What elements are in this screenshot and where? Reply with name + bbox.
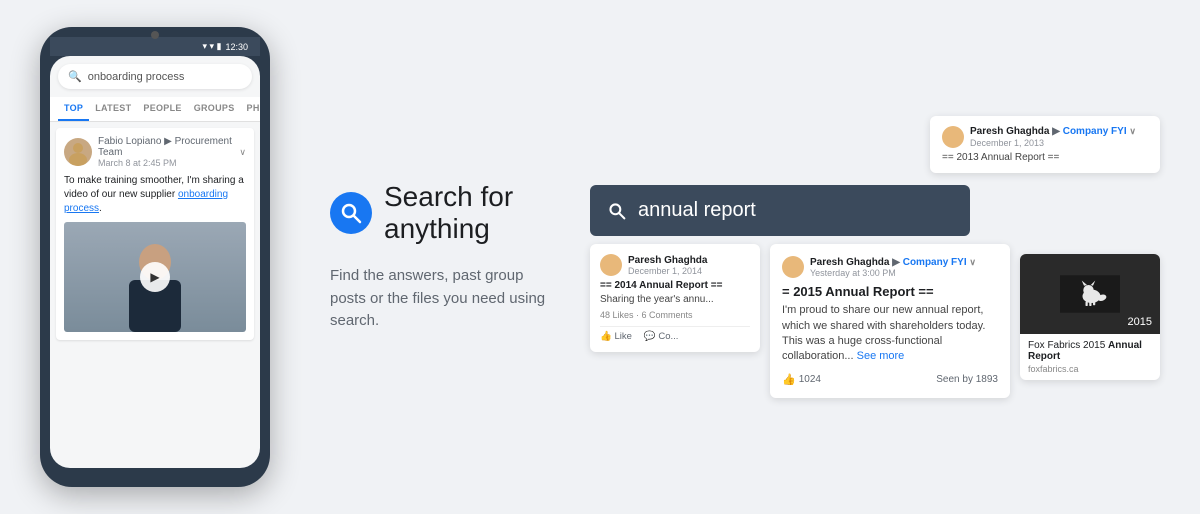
phone-post-chevron: ∨ <box>239 147 246 158</box>
small-result-text: Sharing the year's annu... <box>600 293 750 307</box>
phone-search-icon: 🔍 <box>68 70 82 83</box>
small-result-name: Paresh Ghaghdа <box>628 255 707 266</box>
phone-status-bar: ▾ ▾ ▮ 12:30 <box>50 37 260 56</box>
large-result-meta: Paresh Ghaghdа ▶ Company FYI ∨ Yesterday… <box>810 257 998 278</box>
phone-tab-more[interactable]: PH <box>241 97 260 121</box>
phone-tab-groups[interactable]: GROUPS <box>188 97 241 121</box>
phone-tabs: TOP LATEST PEOPLE GROUPS PH <box>50 97 260 122</box>
search-demo-area: Paresh Ghaghdа ▶ Company FYI ∨ December … <box>590 116 1160 398</box>
mini-post-header: Paresh Ghaghdа ▶ Company FYI ∨ December … <box>942 126 1148 148</box>
large-result-avatar <box>782 256 804 278</box>
file-info: Fox Fabrics 2015 Annual Report foxfabric… <box>1020 334 1160 380</box>
feature-title-row: Search for anything <box>330 181 560 245</box>
small-result-header: Paresh Ghaghdа December 1, 2014 <box>600 254 750 276</box>
phone-post-meta: Fabio Lopiano ▶ Procurement Team March 8… <box>98 136 233 168</box>
large-result-stats: 👍 1024 Seen by 1893 <box>782 373 998 386</box>
feature-title: Search for anything <box>384 181 560 245</box>
result-card-small: Paresh Ghaghdа December 1, 2014 == 2014 … <box>590 244 760 352</box>
like-action[interactable]: 👍 Like <box>600 331 632 342</box>
large-result-name: Paresh Ghaghdа ▶ Company FYI ∨ <box>810 257 998 268</box>
phone-post-header: Fabio Lopiano ▶ Procurement Team March 8… <box>64 136 246 168</box>
phone-mockup: ▾ ▾ ▮ 12:30 🔍 onboarding process TOP LAT… <box>40 27 270 487</box>
file-thumbnail: 2015 <box>1020 254 1160 334</box>
feature-section: Search for anything Find the answers, pa… <box>330 181 560 333</box>
mini-post-time: December 1, 2013 <box>970 138 1136 148</box>
phone-post-card: Fabio Lopiano ▶ Procurement Team March 8… <box>56 128 254 340</box>
mini-post-meta: Paresh Ghaghdа ▶ Company FYI ∨ December … <box>970 126 1136 148</box>
small-result-avatar <box>600 254 622 276</box>
phone-post-name: Fabio Lopiano ▶ Procurement Team <box>98 136 233 158</box>
search-box-large[interactable]: annual report <box>590 185 970 236</box>
large-result-post-title: = 2015 Annual Report == <box>782 284 998 299</box>
seen-by: Seen by 1893 <box>936 374 998 385</box>
search-query-text: annual report <box>638 199 756 222</box>
result-card-large: Paresh Ghaghdа ▶ Company FYI ∨ Yesterday… <box>770 244 1010 398</box>
phone-post-text: To make training smoother, I'm sharing a… <box>64 174 246 216</box>
likes-count-row: 👍 1024 <box>782 373 821 386</box>
phone-camera <box>151 31 159 39</box>
phone-device: ▾ ▾ ▮ 12:30 🔍 onboarding process TOP LAT… <box>40 27 270 487</box>
feature-description: Find the answers, past group posts or th… <box>330 265 560 333</box>
status-icons: ▾ ▾ ▮ <box>202 41 221 52</box>
mini-avatar <box>942 126 964 148</box>
search-feature-icon <box>330 192 372 234</box>
small-result-stats: 48 Likes · 6 Comments <box>600 310 750 320</box>
comment-action[interactable]: 💬 Co... <box>644 331 679 342</box>
see-more-link[interactable]: See more <box>857 350 905 362</box>
mini-post-card: Paresh Ghaghdа ▶ Company FYI ∨ December … <box>930 116 1160 173</box>
phone-post-time: March 8 at 2:45 PM <box>98 158 233 168</box>
file-title: Fox Fabrics 2015 Annual Report <box>1028 340 1152 362</box>
results-area: Paresh Ghaghdа December 1, 2014 == 2014 … <box>590 244 1160 398</box>
mini-post-name: Paresh Ghaghdа ▶ Company FYI ∨ <box>970 126 1136 137</box>
right-panel: Search for anything Find the answers, pa… <box>330 20 1160 494</box>
small-result-meta: Paresh Ghaghdа December 1, 2014 <box>628 255 707 276</box>
phone-screen: 🔍 onboarding process TOP LATEST PEOPLE G… <box>50 56 260 468</box>
phone-post-avatar <box>64 138 92 166</box>
small-result-actions: 👍 Like 💬 Co... <box>600 326 750 342</box>
status-time: 12:30 <box>225 42 248 52</box>
phone-search-query: onboarding process <box>88 71 185 83</box>
like-icon: 👍 <box>782 373 796 386</box>
file-url: foxfabrics.ca <box>1028 364 1152 374</box>
large-result-time: Yesterday at 3:00 PM <box>810 268 998 278</box>
large-result-post-text: I'm proud to share our new annual report… <box>782 303 998 365</box>
small-result-time: December 1, 2014 <box>628 266 707 276</box>
phone-tab-latest[interactable]: LATEST <box>89 97 137 121</box>
phone-play-button[interactable]: ▶ <box>140 262 170 292</box>
phone-search-bar: 🔍 onboarding process <box>58 64 252 89</box>
phone-tab-top[interactable]: TOP <box>58 97 89 121</box>
file-year: 2015 <box>1128 316 1152 328</box>
large-result-header: Paresh Ghaghdа ▶ Company FYI ∨ Yesterday… <box>782 256 998 278</box>
file-card: 2015 Fox Fabrics 2015 Annual Report foxf… <box>1020 254 1160 380</box>
phone-tab-people[interactable]: PEOPLE <box>137 97 187 121</box>
phone-video-thumbnail: ▶ <box>64 222 246 332</box>
mini-post-text: == 2013 Annual Report == <box>942 152 1148 163</box>
small-result-title: == 2014 Annual Report == <box>600 280 750 291</box>
likes-count: 1024 <box>799 374 821 385</box>
